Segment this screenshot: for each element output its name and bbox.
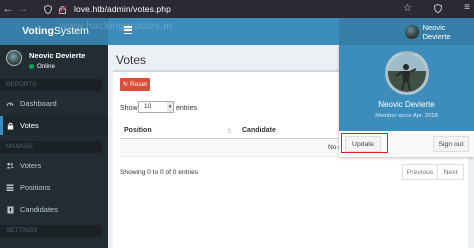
- avatar: [405, 24, 419, 39]
- sidebar-item-label: Candidates: [20, 205, 58, 214]
- extension-shield-icon[interactable]: [434, 4, 442, 15]
- user-menu-toggle[interactable]: Neovic Devierte: [339, 18, 474, 45]
- next-page-button[interactable]: Next: [437, 164, 464, 180]
- users-icon: [6, 162, 14, 170]
- select-arrow-icon: ▾: [167, 102, 173, 112]
- hamburger-menu-icon[interactable]: ≡: [464, 2, 470, 13]
- status-label: Online: [37, 63, 55, 70]
- page-length-select[interactable]: 10 ▾: [138, 101, 174, 113]
- reset-button[interactable]: ↻ Reset: [120, 78, 150, 91]
- dashboard-icon: [6, 100, 14, 108]
- sidebar-item-dashboard[interactable]: Dashboard: [0, 94, 108, 113]
- highlight-box: [341, 133, 388, 153]
- nav-user-name: Neovic Devierte: [422, 22, 451, 41]
- lock-icon: [6, 122, 14, 130]
- sidebar-item-candidates[interactable]: Candidates: [0, 200, 108, 219]
- status-indicator: Online: [29, 63, 55, 70]
- sidebar-item-label: Votes: [20, 121, 39, 130]
- sidebar-item-label: Voters: [20, 161, 42, 170]
- sidebar-header-manage: MANAGE: [0, 141, 102, 153]
- table-info: Showing 0 to 0 of 0 entries: [120, 169, 199, 176]
- bookmark-star-icon[interactable]: ☆: [403, 3, 412, 14]
- sidebar: Neovic Devierte Online REPORTS Dashboard…: [0, 45, 108, 248]
- sort-icon[interactable]: ⇅: [227, 128, 232, 135]
- show-label: Show: [120, 105, 138, 112]
- previous-page-button[interactable]: Previous: [402, 164, 438, 180]
- sidebar-item-voters[interactable]: Voters: [0, 156, 108, 175]
- member-since-text: Member since Apr. 2018: [375, 113, 438, 119]
- entries-label: entries: [176, 105, 198, 112]
- refresh-icon: ↻: [122, 82, 129, 88]
- column-header-candidate[interactable]: Candidate: [242, 127, 276, 134]
- sidebar-item-positions[interactable]: Positions: [0, 178, 108, 197]
- online-dot-icon: [29, 64, 34, 69]
- sidebar-header-settings: SETTINGS: [0, 225, 102, 237]
- main-header: VotingSystem www.hackingarticles.in Neov…: [0, 18, 474, 45]
- sidebar-item-label: Positions: [20, 183, 51, 192]
- user-dropdown-header: Neovic Devierte Member since Apr. 2018: [339, 45, 474, 131]
- address-bar[interactable]: love.htb/admin/votes.php: [74, 4, 171, 14]
- profile-photo: [385, 51, 429, 95]
- back-arrow-icon[interactable]: ←: [0, 3, 16, 15]
- forward-arrow-icon[interactable]: →: [16, 3, 30, 15]
- sidebar-toggle-icon[interactable]: [124, 26, 132, 35]
- sidebar-header-reports: REPORTS: [0, 79, 102, 91]
- user-panel: Neovic Devierte Online: [0, 45, 108, 81]
- watermark-text: www.hackingarticles.in: [60, 20, 173, 32]
- shield-icon[interactable]: [42, 4, 54, 14]
- column-header-position[interactable]: Position: [124, 127, 152, 134]
- tasks-icon: [6, 184, 14, 192]
- pagination: Previous Next: [402, 164, 464, 180]
- sidebar-item-votes[interactable]: Votes: [0, 116, 108, 135]
- user-name: Neovic Devierte: [29, 51, 86, 60]
- avatar: [6, 50, 22, 66]
- black-tie-icon: [6, 206, 14, 214]
- page-title: Votes: [116, 53, 147, 67]
- sign-out-button[interactable]: Sign out: [433, 136, 469, 152]
- dropdown-user-name: Neovic Devierte: [378, 100, 435, 109]
- browser-toolbar: ← → love.htb/admin/votes.php ☆ ≡: [0, 0, 474, 18]
- insecure-lock-icon[interactable]: [56, 4, 68, 14]
- sidebar-item-label: Dashboard: [20, 99, 57, 108]
